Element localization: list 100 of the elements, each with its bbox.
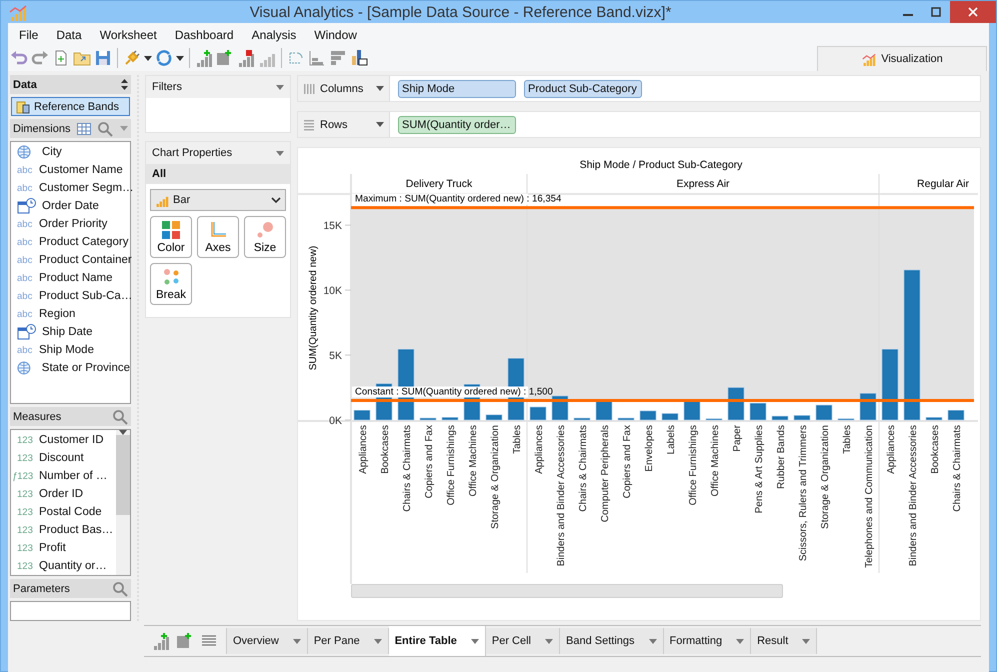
dimension-item[interactable]: abc Customer Name — [11, 161, 130, 179]
property-button[interactable]: Color — [150, 216, 192, 258]
globe-icon — [17, 145, 31, 159]
add-chart-icon[interactable] — [152, 632, 170, 650]
menu-item[interactable]: Analysis — [242, 27, 306, 43]
mark-type-dropdown[interactable]: Bar — [150, 189, 286, 211]
chart-legend-icon[interactable] — [350, 49, 368, 67]
scope-label: All — [146, 164, 290, 184]
save-icon[interactable] — [94, 49, 112, 67]
table-icon[interactable] — [76, 122, 91, 134]
bar — [926, 417, 942, 420]
x-category-label: Pens & Art Supplies — [754, 425, 765, 514]
dimension-item[interactable]: abc Product Sub-Ca… — [11, 287, 130, 305]
measure-item[interactable]: 123 Profit — [11, 539, 116, 557]
y-tick-label: 0K — [329, 415, 342, 427]
bar — [354, 410, 370, 420]
text-type-icon: abc — [17, 272, 37, 284]
bar — [684, 400, 700, 420]
band-tab[interactable]: Per Pane — [308, 628, 389, 654]
measure-item[interactable]: 123 Postal Code — [11, 503, 116, 521]
search-icon[interactable] — [112, 580, 128, 596]
color-squares-icon — [162, 220, 180, 238]
number-type-icon: 123 — [17, 488, 37, 500]
remove-chart-icon[interactable] — [237, 49, 255, 67]
measure-item[interactable]: 123 Order ID — [11, 485, 116, 503]
dimension-item[interactable]: abc Customer Segm… — [11, 179, 130, 197]
card-title: Chart Properties — [152, 147, 232, 159]
card-title: Filters — [152, 81, 182, 93]
undo-icon[interactable] — [10, 49, 28, 67]
x-category-label: Storage & Organization — [490, 425, 501, 529]
field-pill[interactable]: Product Sub-Category — [524, 80, 642, 98]
band-tab[interactable]: Band Settings — [560, 628, 664, 654]
field-pill[interactable]: SUM(Quantity order… — [398, 116, 516, 134]
dimension-item[interactable]: Ship Date — [11, 323, 130, 341]
menu-item[interactable]: Dashboard — [166, 27, 243, 43]
scrollbar[interactable] — [116, 430, 130, 575]
y-tick-label: 10K — [323, 285, 342, 298]
menu-item[interactable]: Window — [305, 27, 366, 43]
dimension-item[interactable]: abc Order Priority — [11, 215, 130, 233]
x-category-label: Office Furnishings — [446, 425, 457, 506]
section-title: Parameters — [13, 582, 70, 594]
redo-icon[interactable] — [31, 49, 49, 67]
dimension-item[interactable]: State or Province — [11, 359, 130, 377]
measure-item[interactable]: 123 Quantity or… — [11, 557, 116, 575]
caret-icon — [292, 638, 301, 644]
measure-item[interactable]: 123 Customer ID — [11, 431, 116, 449]
y-tick-label: 15K — [323, 220, 342, 232]
dimension-item[interactable]: abc Product Container — [11, 251, 130, 269]
dimension-item[interactable]: City — [11, 143, 130, 161]
section-title: Data — [13, 78, 37, 90]
visualization-tab[interactable]: Visualization — [817, 46, 987, 70]
shelf-icon — [303, 118, 315, 130]
bar — [420, 418, 436, 420]
horizontal-scrollbar[interactable] — [351, 584, 783, 598]
ascending-bars-icon[interactable] — [308, 49, 326, 67]
band-tab[interactable]: Formatting — [664, 628, 752, 654]
x-category-label: Rubber Bands — [776, 425, 787, 489]
number-type-icon: 123 — [17, 506, 37, 518]
band-tab[interactable]: Result — [751, 628, 818, 654]
chart-logo-icon — [861, 52, 878, 66]
band-tab[interactable]: Overview — [226, 628, 308, 654]
parameters-field[interactable] — [10, 601, 131, 621]
x-category-label: Storage & Organization — [820, 425, 831, 529]
band-tab[interactable]: Entire Table — [388, 626, 486, 656]
property-button[interactable]: Axes — [197, 216, 239, 258]
add-chart-icon[interactable] — [195, 49, 213, 67]
x-category-label: Appliances — [358, 425, 369, 474]
add-grid-icon[interactable] — [176, 632, 194, 650]
field-pill[interactable]: Ship Mode — [398, 80, 516, 98]
data-source-item[interactable]: Reference Bands — [11, 97, 130, 116]
close-button[interactable] — [950, 1, 996, 23]
menu-item[interactable]: Worksheet — [90, 27, 166, 43]
dimension-item[interactable]: abc Product Category — [11, 233, 130, 251]
x-category-label: Labels — [666, 425, 677, 454]
dimension-item[interactable]: Order Date — [11, 197, 130, 215]
menu-item[interactable]: Data — [47, 27, 91, 43]
property-button[interactable]: Size — [244, 216, 286, 258]
bar — [838, 418, 854, 420]
measure-item[interactable]: 123 Product Bas… — [11, 521, 116, 539]
text-type-icon: abc — [17, 236, 37, 248]
sort-arrows-icon[interactable] — [121, 79, 128, 90]
caret-icon — [374, 638, 382, 644]
search-icon[interactable] — [112, 408, 128, 424]
x-category-label: Chairs & Chairmats — [402, 425, 413, 512]
band-tab[interactable]: Per Cell — [486, 628, 560, 654]
x-category-label: Bookcases — [930, 425, 941, 474]
search-icon[interactable] — [97, 120, 114, 136]
refresh-icon[interactable] — [155, 49, 173, 67]
dimension-item[interactable]: abc Ship Mode — [11, 341, 130, 359]
text-type-icon: abc — [17, 218, 37, 230]
measure-item[interactable]: 123 Discount — [11, 449, 116, 467]
dimension-item[interactable]: abc Product Name — [11, 269, 130, 287]
property-button[interactable]: Break — [150, 263, 192, 305]
maximize-icon[interactable] — [931, 7, 941, 17]
plug-icon[interactable] — [123, 49, 141, 67]
dimension-item[interactable]: abc Region — [11, 305, 130, 323]
caret-icon — [470, 638, 479, 644]
add-grid-icon[interactable] — [216, 49, 234, 67]
measure-item[interactable]: ƒ123 Number of … — [11, 467, 116, 485]
menu-item[interactable]: File — [10, 27, 48, 43]
